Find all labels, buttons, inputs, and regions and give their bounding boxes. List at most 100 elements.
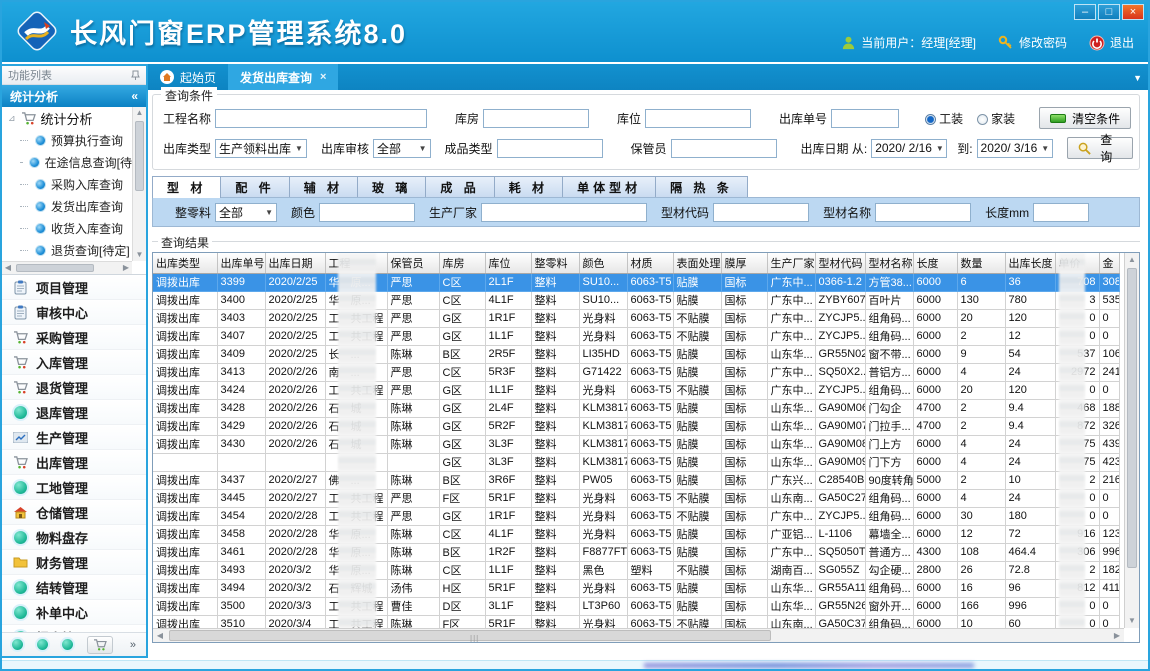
- column-header[interactable]: 型材代码: [815, 253, 865, 273]
- table-row[interactable]: 调拨出库34582020/2/28华 原...陈琳C区4L1F整料光身料6063…: [153, 525, 1119, 543]
- table-row[interactable]: 调拨出库35002020/3/3工 共工程曹佳D区3L1F整料LT3P60606…: [153, 597, 1119, 615]
- group-dot-icon[interactable]: [37, 639, 48, 650]
- grid-horizontal-scrollbar[interactable]: ◀ ||| ▶: [153, 628, 1124, 642]
- material-tab[interactable]: 玻 璃: [357, 176, 426, 198]
- collapse-icon[interactable]: «: [131, 89, 138, 103]
- table-row[interactable]: G区3L3F整料KLM38176063-T5贴膜国标山东华...GA90M09.…: [153, 453, 1119, 471]
- column-header[interactable]: 长度: [913, 253, 957, 273]
- profile-code-input[interactable]: [713, 203, 809, 222]
- column-header[interactable]: 颜色: [579, 253, 627, 273]
- column-header[interactable]: 材质: [627, 253, 673, 273]
- column-header[interactable]: 库房: [439, 253, 485, 273]
- factory-input[interactable]: [481, 203, 647, 222]
- sidebar-item-退货管理[interactable]: 退货管理: [2, 375, 146, 400]
- out-type-select[interactable]: 生产领料出库▼: [215, 139, 307, 158]
- column-header[interactable]: 保管员: [387, 253, 439, 273]
- material-tab[interactable]: 单体型材: [562, 176, 656, 198]
- minimize-button[interactable]: –: [1074, 4, 1096, 20]
- audit-select[interactable]: 全部▼: [373, 139, 431, 158]
- radio-gongzhuang[interactable]: 工装: [925, 110, 963, 127]
- sidebar-item-项目管理[interactable]: 项目管理: [2, 275, 146, 300]
- change-password-button[interactable]: 修改密码: [998, 34, 1067, 51]
- material-tab[interactable]: 隔 热 条: [655, 176, 748, 198]
- sidebar-item-审核中心[interactable]: 审核中心: [2, 300, 146, 325]
- sidebar-section-header[interactable]: 统计分析 «: [2, 85, 146, 107]
- tree-horizontal-scrollbar[interactable]: ◀ ▶: [2, 261, 132, 274]
- table-row[interactable]: 调拨出库34542020/2/28工 共工程严思G区1R1F整料光身料6063-…: [153, 507, 1119, 525]
- group-dot-icon[interactable]: [62, 639, 73, 650]
- sidebar-item-仓储管理[interactable]: 仓储管理: [2, 500, 146, 525]
- column-header[interactable]: 膜厚: [721, 253, 767, 273]
- table-row[interactable]: 调拨出库34942020/3/2石 辉城汤伟H区5R1F整料光身料6063-T5…: [153, 579, 1119, 597]
- tree-item[interactable]: 预算执行查询: [2, 129, 132, 151]
- column-header[interactable]: 型材名称: [865, 253, 913, 273]
- table-row[interactable]: 调拨出库34132020/2/26南 ...严思C区5R3F整料G7142260…: [153, 363, 1119, 381]
- column-header[interactable]: 生产厂家: [767, 253, 815, 273]
- length-input[interactable]: [1033, 203, 1089, 222]
- table-row[interactable]: 调拨出库34002020/2/25华 原...严思C区4L1F整料SU10...…: [153, 291, 1119, 309]
- close-button[interactable]: ×: [1122, 4, 1144, 20]
- date-from-picker[interactable]: 2020/ 2/16▼: [871, 139, 947, 158]
- sidebar-item-结转管理[interactable]: 结转管理: [2, 575, 146, 600]
- column-header[interactable]: 整零料: [531, 253, 579, 273]
- table-row[interactable]: 调拨出库33992020/2/25华 原...严思C区2L1F整料SU10...…: [153, 273, 1119, 291]
- sidebar-item-退库管理[interactable]: 退库管理: [2, 400, 146, 425]
- project-name-input[interactable]: [215, 109, 427, 128]
- tree-item[interactable]: 发货出库查询: [2, 195, 132, 217]
- profile-name-input[interactable]: [875, 203, 971, 222]
- table-row[interactable]: 调拨出库34932020/3/2华 原...陈琳C区1L1F整料黑色塑料不贴膜国…: [153, 561, 1119, 579]
- sidebar-item-补单中心[interactable]: 补单中心: [2, 600, 146, 625]
- table-row[interactable]: 调拨出库34032020/2/25工 共工程严思G区1R1F整料光身料6063-…: [153, 309, 1119, 327]
- maximize-button[interactable]: □: [1098, 4, 1120, 20]
- table-row[interactable]: 调拨出库34302020/2/26石 城陈琳G区3L3F整料KLM3817606…: [153, 435, 1119, 453]
- tree-item[interactable]: 收货入库查询: [2, 217, 132, 239]
- table-row[interactable]: 调拨出库34452020/2/27工 共工程严思F区5R1F整料光身料6063-…: [153, 489, 1119, 507]
- sidebar-item-出库管理[interactable]: 出库管理: [2, 450, 146, 475]
- material-tab[interactable]: 耗 材: [494, 176, 563, 198]
- table-row[interactable]: 调拨出库34372020/2/27佛 ...陈琳B区3R6F整料PW056063…: [153, 471, 1119, 489]
- material-tab[interactable]: 配 件: [220, 176, 289, 198]
- tree-item[interactable]: 在途信息查询[待: [2, 151, 132, 173]
- column-header[interactable]: 出库类型: [153, 253, 217, 273]
- sidebar-item-采购管理[interactable]: 采购管理: [2, 325, 146, 350]
- overflow-chevron[interactable]: »: [130, 639, 136, 651]
- column-header[interactable]: 出库日期: [265, 253, 325, 273]
- sidebar-item-财务管理[interactable]: 财务管理: [2, 550, 146, 575]
- column-header[interactable]: 出库单号: [217, 253, 265, 273]
- cart-group-button[interactable]: [87, 636, 113, 654]
- table-row[interactable]: 调拨出库34612020/2/28华 原...陈琳B区1R2F整料F8877FT…: [153, 543, 1119, 561]
- material-tab[interactable]: 成 品: [425, 176, 494, 198]
- table-row[interactable]: 调拨出库34092020/2/25长 ...陈琳B区2R5F整料LI35HD60…: [153, 345, 1119, 363]
- tree-item[interactable]: 退货查询[待定]: [2, 239, 132, 261]
- tree-item[interactable]: 采购入库查询: [2, 173, 132, 195]
- column-header[interactable]: 库位: [485, 253, 531, 273]
- tab-shipment-query[interactable]: 发货出库查询 ×: [228, 64, 338, 90]
- sidebar-item-生产管理[interactable]: 生产管理: [2, 425, 146, 450]
- radio-jiazhuang[interactable]: 家装: [977, 110, 1015, 127]
- grid-vertical-scrollbar[interactable]: ▲ ▼: [1124, 253, 1139, 628]
- color-input[interactable]: [319, 203, 415, 222]
- whole-part-select[interactable]: 全部▼: [215, 203, 277, 222]
- table-row[interactable]: 调拨出库34242020/2/26工 共工程严思G区1L1F整料光身料6063-…: [153, 381, 1119, 399]
- table-row[interactable]: 调拨出库34292020/2/26石 城陈琳G区5R2F整料KLM3817606…: [153, 417, 1119, 435]
- warehouse-input[interactable]: [483, 109, 589, 128]
- material-tab[interactable]: 型 材: [152, 176, 221, 198]
- sidebar-item-入库管理[interactable]: 入库管理: [2, 350, 146, 375]
- table-row[interactable]: 调拨出库34282020/2/26石 城陈琳G区2L4F整料KLM3817606…: [153, 399, 1119, 417]
- sidebar-item-物料盘存[interactable]: 物料盘存: [2, 525, 146, 550]
- keeper-input[interactable]: [671, 139, 777, 158]
- material-tab[interactable]: 辅 材: [289, 176, 358, 198]
- pin-icon[interactable]: [131, 70, 140, 81]
- product-type-input[interactable]: [497, 139, 603, 158]
- order-no-input[interactable]: [831, 109, 899, 128]
- search-button[interactable]: 查 询: [1067, 137, 1133, 159]
- column-header[interactable]: 出库长度: [1005, 253, 1055, 273]
- clear-conditions-button[interactable]: 清空条件: [1039, 107, 1131, 129]
- column-header[interactable]: 金: [1099, 253, 1119, 273]
- tree-vertical-scrollbar[interactable]: ▲ ▼: [132, 107, 146, 261]
- group-dot-icon[interactable]: [12, 639, 23, 650]
- column-header[interactable]: 表面处理: [673, 253, 721, 273]
- location-input[interactable]: [645, 109, 751, 128]
- column-header[interactable]: 数量: [957, 253, 1005, 273]
- sidebar-item-工地管理[interactable]: 工地管理: [2, 475, 146, 500]
